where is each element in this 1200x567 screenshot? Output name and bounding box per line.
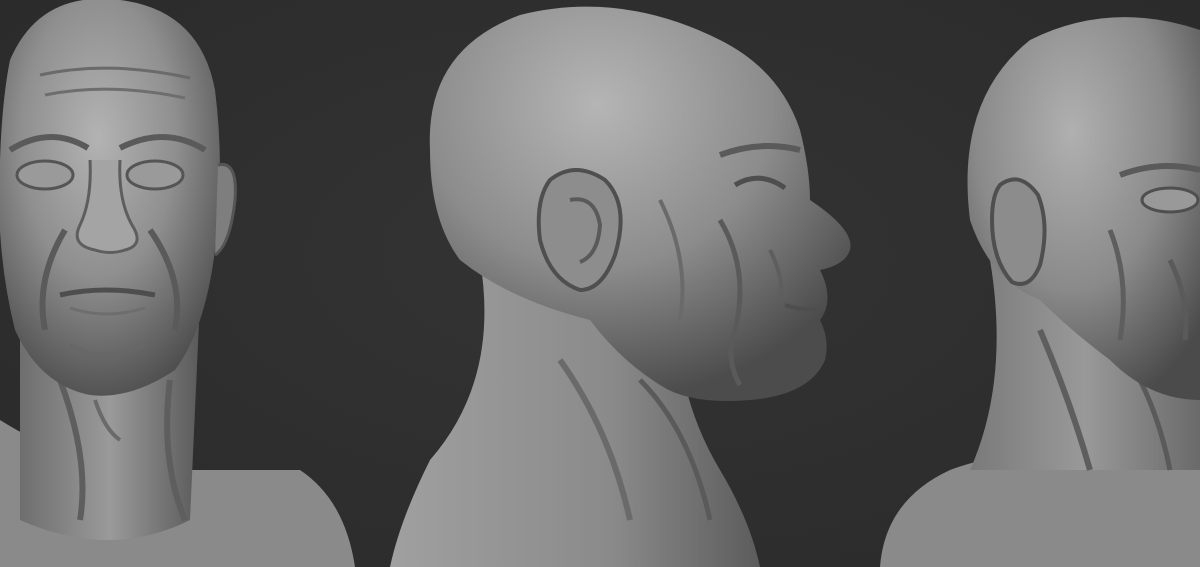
front-view (0, 0, 360, 567)
side-view (390, 0, 870, 567)
three-quarter-view-render (880, 17, 1200, 567)
sculpt-viewport (0, 0, 1200, 567)
three-quarter-view (870, 0, 1200, 567)
side-view-render (390, 6, 851, 567)
front-view-render (0, 0, 355, 567)
